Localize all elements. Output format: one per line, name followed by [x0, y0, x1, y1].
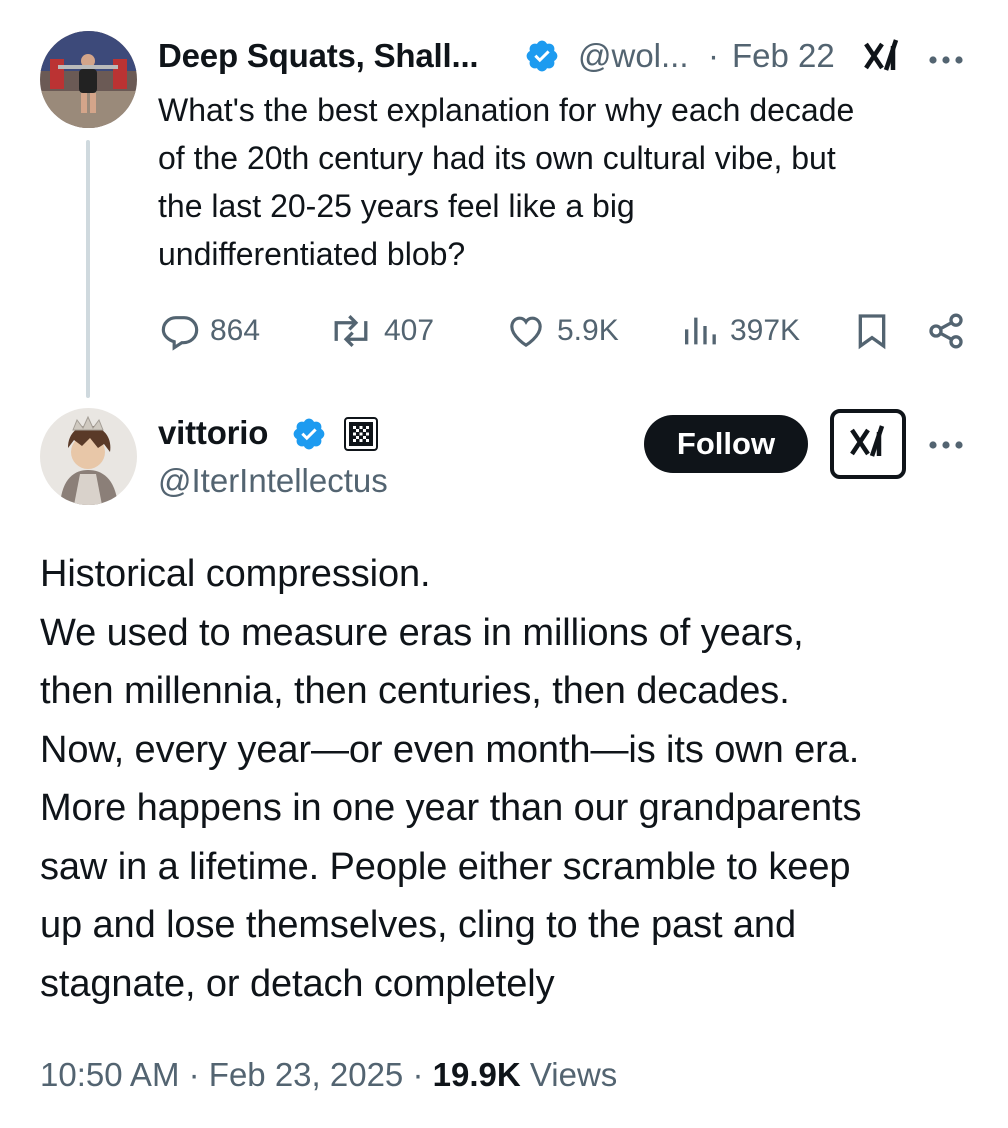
- tweet-text-line: Historical compression.: [40, 553, 431, 595]
- views-count[interactable]: 19.9K: [433, 1056, 521, 1093]
- like-count: 5.9K: [557, 314, 619, 347]
- reply-icon: [160, 311, 200, 351]
- views-count: 397K: [730, 314, 801, 347]
- repost-icon: [328, 311, 374, 351]
- tweet-body: Historical compression. We used to measu…: [40, 545, 990, 1013]
- thread-line: [86, 140, 90, 398]
- reply-button[interactable]: 864: [160, 311, 260, 351]
- repost-count: 407: [384, 314, 435, 347]
- parent-date[interactable]: Feb 22: [732, 37, 835, 75]
- parent-text-line: of the 20th century had its own cultural…: [158, 140, 836, 176]
- tweet-date[interactable]: Feb 23, 2025: [209, 1056, 404, 1093]
- meta-separator: ·: [412, 1056, 424, 1093]
- author-display-name[interactable]: vittorio: [158, 414, 268, 452]
- views-label: Views: [529, 1056, 618, 1093]
- share-icon[interactable]: [926, 311, 966, 356]
- tweet-text-line: then millennia, then centuries, then dec…: [40, 670, 790, 712]
- grok-icon[interactable]: [862, 36, 902, 81]
- tweet-metadata: 10:50 AM · Feb 23, 2025 · 19.9K Views: [40, 1056, 617, 1094]
- reply-count: 864: [210, 314, 261, 347]
- more-dots-icon[interactable]: [928, 52, 964, 70]
- tweet-text-line: Now, every year—or even month—is its own…: [40, 728, 860, 771]
- affiliate-badge-icon[interactable]: [344, 417, 378, 456]
- tweet-text-line: saw in a lifetime. People either scrambl…: [40, 845, 851, 888]
- verified-badge-icon: [524, 38, 560, 79]
- tweet-text-line: stagnate, or detach completely: [40, 962, 555, 1005]
- parent-display-name[interactable]: Deep Squats, Shall...: [158, 37, 479, 75]
- parent-tweet-text: What's the best explanation for why each…: [158, 86, 988, 278]
- tweet-text-line: More happens in one year than our grandp…: [40, 787, 862, 829]
- grok-button[interactable]: [830, 409, 906, 479]
- parent-text-line: What's the best explanation for why each…: [158, 92, 855, 128]
- tweet-text-line: up and lose themselves, cling to the pas…: [40, 904, 796, 946]
- heart-icon: [505, 311, 547, 351]
- like-button[interactable]: 5.9K: [505, 311, 619, 351]
- repost-button[interactable]: 407: [328, 311, 434, 351]
- views-button[interactable]: 397K: [680, 311, 800, 351]
- follow-button[interactable]: Follow: [644, 415, 808, 473]
- tweet-time[interactable]: 10:50 AM: [40, 1056, 179, 1093]
- bookmark-icon[interactable]: [852, 311, 892, 356]
- tweet-text-line: We used to measure eras in millions of y…: [40, 611, 804, 654]
- parent-text-line: undifferentiated blob?: [158, 236, 466, 272]
- parent-avatar[interactable]: [40, 31, 137, 128]
- author-handle[interactable]: @IterIntellectus: [158, 462, 388, 500]
- parent-handle[interactable]: @wol...: [578, 37, 689, 75]
- verified-badge-icon: [291, 416, 327, 457]
- meta-separator: ·: [188, 1056, 200, 1093]
- parent-text-line: the last 20-25 years feel like a big: [158, 188, 635, 224]
- grok-icon: [848, 422, 888, 467]
- author-avatar[interactable]: [40, 408, 137, 505]
- views-bar-icon: [680, 311, 720, 351]
- parent-separator: ·: [708, 37, 719, 74]
- more-dots-icon[interactable]: [928, 437, 964, 455]
